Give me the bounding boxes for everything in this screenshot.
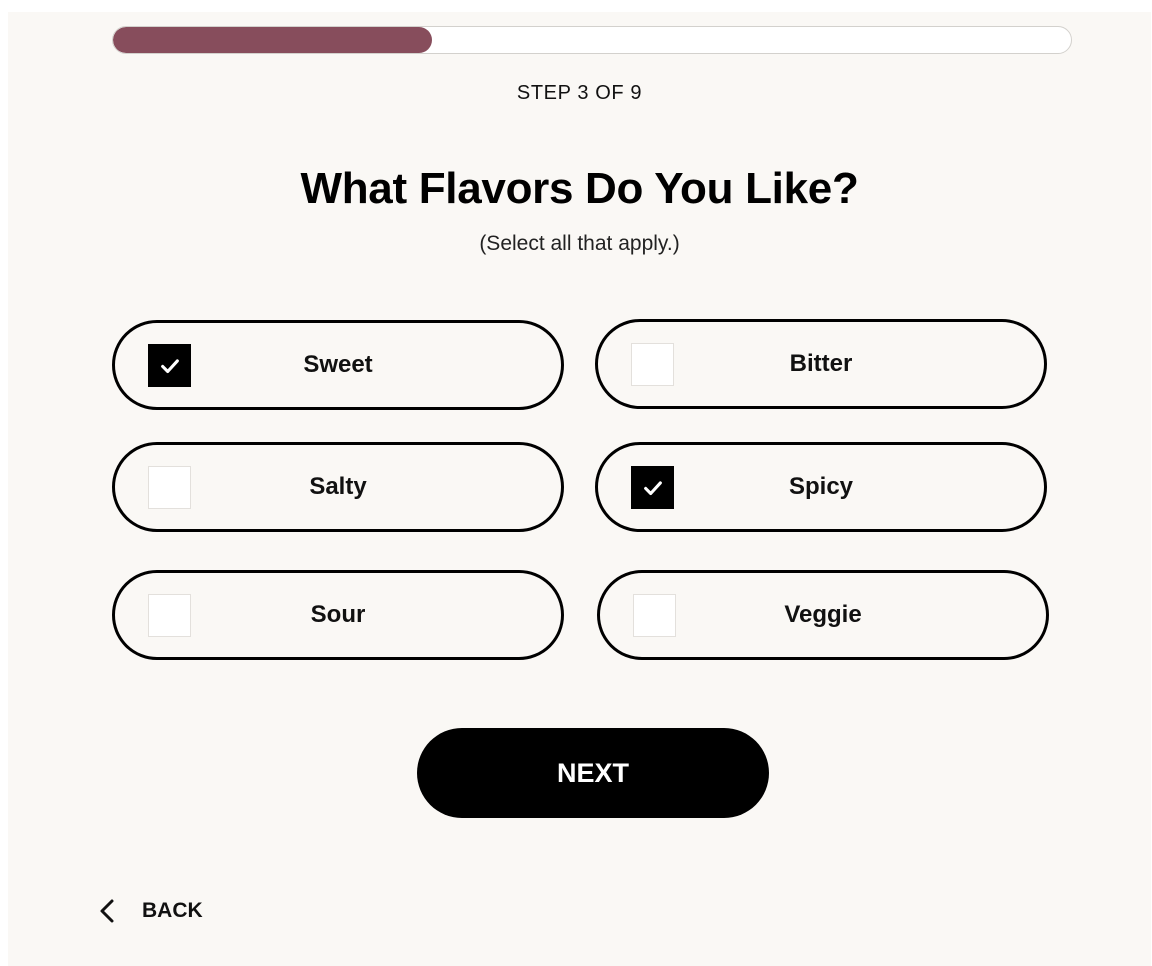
page-subtitle: (Select all that apply.)	[479, 232, 680, 255]
back-link[interactable]: BACK	[98, 894, 203, 928]
flavor-quiz-page: STEP 3 OF 9 What Flavors Do You Like? (S…	[8, 12, 1151, 966]
option-sour[interactable]: Sour	[112, 570, 564, 660]
next-button[interactable]: NEXT	[417, 728, 769, 818]
option-label: Veggie	[784, 601, 862, 628]
option-spicy[interactable]: Spicy	[595, 442, 1047, 532]
option-bitter[interactable]: Bitter	[595, 319, 1047, 409]
option-sweet[interactable]: Sweet	[112, 320, 564, 410]
chevron-left-icon	[100, 899, 114, 923]
progress-bar-fill	[113, 27, 432, 53]
back-label: BACK	[142, 899, 203, 922]
option-label: Sour	[310, 601, 366, 628]
option-label: Bitter	[789, 350, 853, 377]
progress-bar	[112, 26, 1072, 54]
option-label: Sweet	[303, 351, 373, 378]
option-label: Spicy	[788, 473, 854, 500]
page-title: What Flavors Do You Like?	[300, 164, 859, 213]
option-label: Salty	[309, 473, 367, 500]
step-indicator: STEP 3 OF 9	[516, 82, 643, 104]
option-veggie[interactable]: Veggie	[597, 570, 1049, 660]
option-salty[interactable]: Salty	[112, 442, 564, 532]
